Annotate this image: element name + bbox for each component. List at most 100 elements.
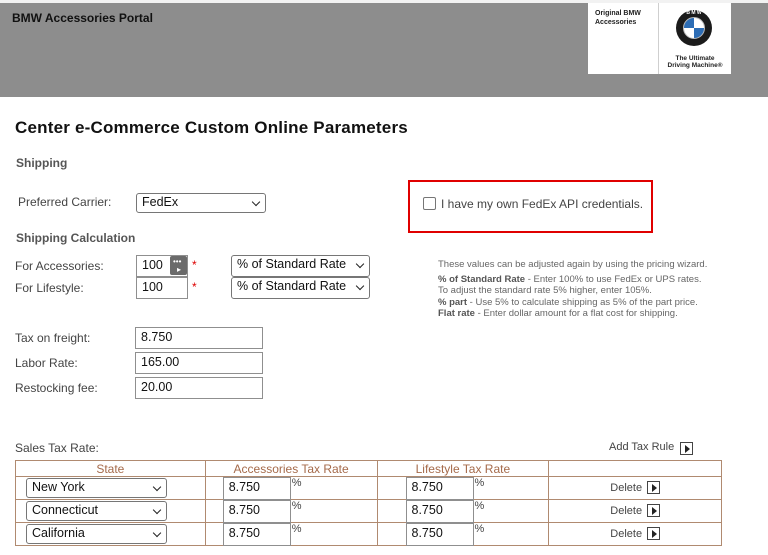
tax-on-freight-input[interactable]: 8.750 — [135, 327, 263, 349]
column-header-state: State — [15, 460, 206, 477]
notes-flat: Flat rate - Enter dollar amount for a fl… — [438, 308, 748, 319]
shipping-section-label: Shipping — [16, 156, 68, 170]
state-cell: California — [15, 522, 206, 546]
fedex-credentials-checkbox[interactable] — [423, 197, 436, 210]
delete-arrow-icon[interactable] — [647, 504, 661, 517]
delete-arrow-icon[interactable] — [647, 527, 661, 540]
table-header-row: State Accessories Tax Rate Lifestyle Tax… — [15, 460, 722, 477]
notes-flat-title: Flat rate — [438, 307, 475, 319]
logo-text-line1: Original BMW — [595, 10, 641, 17]
percent-sign: % — [474, 523, 485, 535]
original-accessories-text: Original BMW Accessories — [588, 3, 659, 74]
state-value: California — [32, 526, 85, 540]
chevron-down-icon — [152, 528, 162, 538]
state-cell: Connecticut — [15, 499, 206, 523]
add-tax-rule-arrow-icon[interactable] — [680, 442, 693, 455]
delete-link[interactable]: Delete — [610, 528, 642, 540]
for-accessories-label: For Accessories: — [15, 259, 104, 273]
notes-standard-title: % of Standard Rate — [438, 274, 526, 286]
shipping-help-notes: These values can be adjusted again by us… — [438, 259, 748, 319]
lifestyle-rate-input[interactable]: 8.750 — [405, 500, 474, 523]
state-select[interactable]: California — [26, 524, 167, 544]
delete-arrow-icon[interactable] — [647, 481, 661, 494]
restocking-fee-label: Restocking fee: — [15, 381, 98, 395]
column-header-lifestyle-rate: Lifestyle Tax Rate — [376, 460, 550, 477]
preferred-carrier-select[interactable]: FedEx — [136, 193, 266, 213]
for-lifestyle-label: For Lifestyle: — [15, 281, 84, 295]
lifestyle-rate-input[interactable]: 8.750 — [405, 477, 474, 500]
table-row: New York 8.750% 8.750% Delete — [15, 476, 722, 500]
accessories-method-value: % of Standard Rate — [237, 257, 347, 271]
logo-text-line2: Accessories — [595, 19, 637, 26]
chevron-down-icon — [355, 259, 365, 269]
state-select[interactable]: Connecticut — [26, 501, 167, 521]
lifestyle-rate-cell: 8.750% — [376, 499, 550, 523]
bmw-roundel-area: B M W The Ultimate Driving Machine® — [659, 3, 731, 74]
notes-standard-rate: % of Standard Rate - Enter 100% to use F… — [438, 274, 748, 285]
notes-part-title: % part — [438, 296, 468, 308]
chevron-down-icon — [152, 505, 162, 515]
fedex-credentials-label[interactable]: I have my own FedEx API credentials. — [441, 197, 643, 211]
notes-part-text: - Use 5% to calculate shipping as 5% of … — [467, 296, 698, 308]
delete-link[interactable]: Delete — [610, 482, 642, 494]
table-row: Connecticut 8.750% 8.750% Delete — [15, 499, 722, 523]
column-header-actions — [548, 460, 722, 477]
shipping-calculation-section-label: Shipping Calculation — [16, 231, 136, 245]
lifestyle-rate-cell: 8.750% — [376, 476, 550, 500]
notes-standard-text2: To adjust the standard rate 5% higher, e… — [438, 285, 652, 297]
percent-sign: % — [291, 500, 302, 512]
brand-tagline: The Ultimate Driving Machine® — [664, 55, 726, 69]
lifestyle-rate-cell: 8.750% — [376, 522, 550, 546]
spinner-arrow-icon: ▸ — [177, 265, 182, 274]
notes-intro: These values can be adjusted again by us… — [438, 259, 708, 270]
lifestyle-method-value: % of Standard Rate — [237, 279, 347, 293]
notes-part: % part - Use 5% to calculate shipping as… — [438, 297, 748, 308]
state-select[interactable]: New York — [26, 478, 167, 498]
accessories-rate-cell: 8.750% — [204, 522, 378, 546]
lifestyle-rate-input[interactable]: 8.750 — [405, 523, 474, 546]
chevron-down-icon — [251, 197, 261, 207]
accessories-rate-cell: 8.750% — [204, 499, 378, 523]
state-value: New York — [32, 480, 85, 494]
number-spinner-icon[interactable]: ••• ▸ — [170, 256, 187, 275]
percent-sign: % — [291, 523, 302, 535]
column-header-accessories-rate: Accessories Tax Rate — [204, 460, 378, 477]
notes-flat-text: - Enter dollar amount for a flat cost fo… — [474, 307, 678, 319]
tagline-line1: The Ultimate — [675, 55, 715, 62]
lifestyle-method-select[interactable]: % of Standard Rate — [231, 277, 370, 299]
percent-sign: % — [474, 500, 485, 512]
sales-tax-rate-label: Sales Tax Rate: — [15, 441, 99, 455]
restocking-fee-input[interactable]: 20.00 — [135, 377, 263, 399]
state-value: Connecticut — [32, 503, 99, 517]
add-tax-rule-link[interactable]: Add Tax Rule — [609, 441, 674, 453]
roundel-quadrants-icon — [683, 17, 705, 39]
bmw-roundel-icon: B M W — [676, 10, 712, 46]
required-marker: * — [192, 280, 197, 294]
page-header: BMW Accessories Portal Original BMW Acce… — [0, 0, 768, 97]
labor-rate-label: Labor Rate: — [15, 356, 78, 370]
roundel-letters: B M W — [686, 10, 702, 16]
accessories-rate-input[interactable]: 8.750 — [222, 500, 291, 523]
accessories-method-select[interactable]: % of Standard Rate — [231, 255, 370, 277]
state-cell: New York — [15, 476, 206, 500]
sales-tax-table: State Accessories Tax Rate Lifestyle Tax… — [15, 460, 722, 546]
chevron-down-icon — [152, 482, 162, 492]
required-marker: * — [192, 258, 197, 272]
percent-sign: % — [474, 477, 485, 489]
accessories-rate-input[interactable]: 8.750 — [222, 477, 291, 500]
actions-cell: Delete — [548, 522, 722, 546]
delete-link[interactable]: Delete — [610, 505, 642, 517]
bmw-logo-block: Original BMW Accessories B M W The Ultim… — [588, 3, 731, 74]
lifestyle-shipping-input[interactable]: 100 — [136, 277, 188, 299]
accessories-rate-cell: 8.750% — [204, 476, 378, 500]
page-title: Center e-Commerce Custom Online Paramete… — [15, 118, 408, 137]
table-row: California 8.750% 8.750% Delete — [15, 522, 722, 546]
labor-rate-input[interactable]: 165.00 — [135, 352, 263, 374]
preferred-carrier-label: Preferred Carrier: — [18, 195, 112, 209]
actions-cell: Delete — [548, 476, 722, 500]
accessories-rate-input[interactable]: 8.750 — [222, 523, 291, 546]
portal-title: BMW Accessories Portal — [12, 11, 153, 25]
actions-cell: Delete — [548, 499, 722, 523]
notes-standard-text: - Enter 100% to use FedEx or UPS rates. — [525, 274, 702, 286]
preferred-carrier-value: FedEx — [142, 195, 179, 209]
